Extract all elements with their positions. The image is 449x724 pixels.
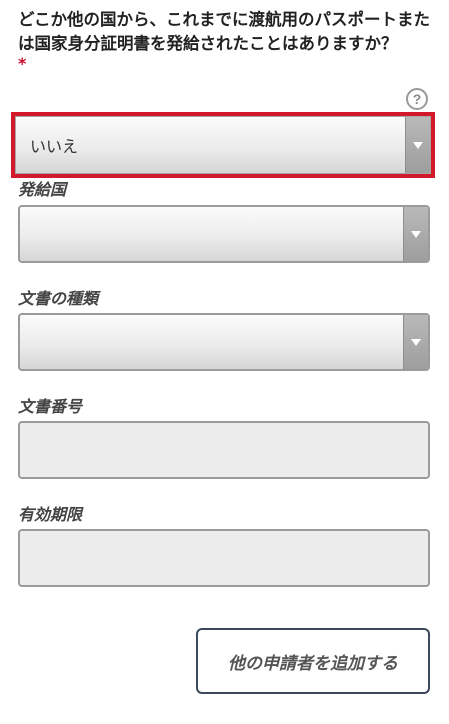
document-type-select[interactable] bbox=[18, 313, 430, 371]
document-number-field[interactable] bbox=[18, 421, 430, 479]
issued-before-value: いいえ bbox=[30, 137, 79, 156]
required-marker: * bbox=[18, 54, 27, 73]
add-applicant-button[interactable]: 他の申請者を追加する bbox=[196, 628, 430, 694]
dropdown-arrow-icon bbox=[403, 315, 428, 369]
issuing-country-select[interactable] bbox=[18, 205, 430, 263]
issued-before-select[interactable]: いいえ bbox=[15, 116, 431, 174]
expiry-date-label: 有効期限 bbox=[18, 505, 83, 524]
dropdown-arrow-icon bbox=[403, 207, 428, 261]
help-icon[interactable]: ? bbox=[406, 88, 428, 110]
dropdown-arrow-icon bbox=[405, 117, 430, 173]
document-type-label: 文書の種類 bbox=[18, 289, 99, 308]
issuing-country-label: 発給国 bbox=[18, 180, 67, 199]
expiry-date-field[interactable] bbox=[18, 529, 430, 587]
document-number-label: 文書番号 bbox=[18, 397, 83, 416]
question-label: どこか他の国から、これまでに渡航用のパスポートまたは国家身分証明書を発給されたこ… bbox=[18, 10, 431, 53]
question-text: どこか他の国から、これまでに渡航用のパスポートまたは国家身分証明書を発給されたこ… bbox=[18, 8, 433, 72]
